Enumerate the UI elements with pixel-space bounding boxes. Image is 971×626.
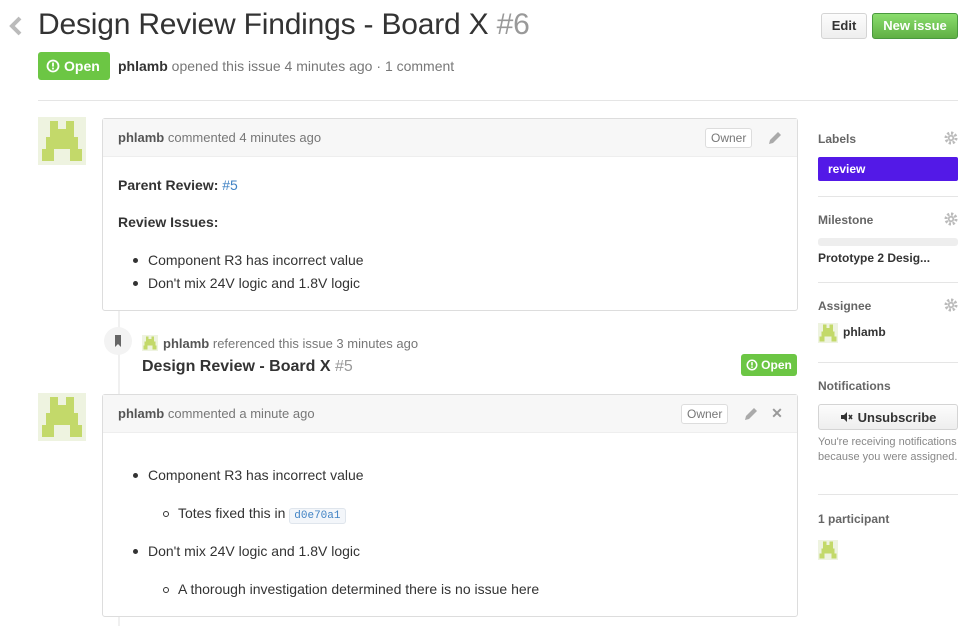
- sub-list-item: Totes fixed this in d0e70a1: [178, 505, 346, 524]
- notifications-reason: You're receiving notifications because y…: [818, 436, 958, 463]
- parent-review-label: Parent Review:: [118, 177, 219, 193]
- close-icon[interactable]: ✕: [769, 405, 785, 421]
- sidebar-divider: [818, 282, 958, 283]
- comment-1: phlamb commented 4 minutes ago Owner Par…: [102, 118, 798, 311]
- new-issue-button[interactable]: New issue: [872, 13, 958, 39]
- referenced-issue-link[interactable]: Design Review - Board X #5: [142, 358, 353, 376]
- gear-icon[interactable]: [944, 212, 958, 226]
- page-title: Design Review Findings - Board X #6: [38, 8, 530, 42]
- comment-author[interactable]: phlamb: [118, 406, 164, 421]
- avatar[interactable]: [38, 393, 86, 441]
- parent-review-link[interactable]: #5: [222, 177, 238, 193]
- assignee-name[interactable]: phlamb: [843, 325, 886, 339]
- status-text: Open: [64, 58, 100, 74]
- comment-header: phlamb commented 4 minutes ago Owner: [103, 119, 797, 157]
- bookmark-event-icon: [104, 327, 132, 355]
- sub-bullet: [163, 587, 169, 593]
- sidebar-divider: [818, 362, 958, 363]
- sub-item-text: Totes fixed this in: [178, 505, 286, 521]
- review-issues-label: Review Issues:: [118, 214, 219, 230]
- sub-bullet: [163, 511, 169, 517]
- list-item: Component R3 has incorrect value: [148, 252, 364, 268]
- milestone-heading: Milestone: [818, 213, 874, 227]
- issue-meta: phlamb opened this issue 4 minutes ago ·…: [118, 58, 455, 74]
- label-review[interactable]: review: [818, 157, 958, 181]
- parent-review-line: Parent Review: #5: [118, 177, 238, 193]
- owner-badge: Owner: [705, 128, 753, 148]
- reference-status-text: Open: [761, 358, 792, 372]
- issue-meta-text: opened this issue 4 minutes ago: [171, 58, 373, 74]
- pencil-icon[interactable]: [743, 406, 759, 422]
- reference-action: referenced this issue 3 minutes ago: [212, 336, 419, 351]
- avatar[interactable]: [818, 540, 838, 560]
- avatar[interactable]: [818, 323, 838, 343]
- sidebar-divider: [818, 196, 958, 197]
- sidebar-divider: [818, 494, 958, 495]
- owner-badge: Owner: [681, 404, 729, 424]
- referenced-issue-title[interactable]: Design Review - Board X: [142, 358, 331, 375]
- issue-number: #6: [496, 8, 530, 41]
- comment-2: phlamb commented a minute ago Owner ✕ Co…: [102, 394, 798, 617]
- bullet: [133, 258, 138, 263]
- comment-header: phlamb commented a minute ago Owner ✕: [103, 395, 797, 433]
- milestone-name[interactable]: Prototype 2 Desig...: [818, 251, 930, 265]
- bullet: [133, 549, 138, 554]
- comment-author[interactable]: phlamb: [118, 130, 164, 145]
- comment-timestamp: commented 4 minutes ago: [167, 130, 322, 145]
- issue-opened-icon: [746, 359, 758, 371]
- bullet: [133, 281, 138, 286]
- issue-title: Design Review Findings - Board X: [38, 8, 489, 41]
- milestone-progress-bar: [818, 238, 958, 246]
- sub-list-item: A thorough investigation determined ther…: [178, 581, 540, 597]
- list-item: Component R3 has incorrect value: [148, 467, 364, 483]
- comment-timestamp: commented a minute ago: [167, 406, 315, 421]
- bullet: [133, 473, 138, 478]
- reference-author[interactable]: phlamb: [163, 336, 209, 351]
- issue-author[interactable]: phlamb: [118, 58, 168, 74]
- avatar[interactable]: [142, 335, 158, 351]
- gear-icon[interactable]: [944, 298, 958, 312]
- assignee-heading: Assignee: [818, 299, 872, 313]
- avatar[interactable]: [38, 117, 86, 165]
- participants-heading: 1 participant: [818, 512, 890, 526]
- unsubscribe-label: Unsubscribe: [857, 409, 937, 425]
- issue-opened-icon: [46, 59, 60, 73]
- status-badge: Open: [38, 52, 110, 80]
- notifications-heading: Notifications: [818, 379, 891, 393]
- list-item: Don't mix 24V logic and 1.8V logic: [148, 275, 361, 291]
- gear-icon[interactable]: [944, 131, 958, 145]
- back-chevron-icon[interactable]: [6, 16, 26, 36]
- mute-icon: [840, 412, 853, 422]
- labels-heading: Labels: [818, 132, 857, 146]
- list-item: Don't mix 24V logic and 1.8V logic: [148, 543, 361, 559]
- edit-button[interactable]: Edit: [821, 13, 867, 39]
- pencil-icon[interactable]: [767, 130, 783, 146]
- reference-event: phlamb referenced this issue 3 minutes a…: [163, 336, 418, 351]
- reference-status-badge: Open: [741, 354, 797, 376]
- header-divider: [38, 100, 958, 101]
- unsubscribe-button[interactable]: Unsubscribe: [818, 404, 958, 430]
- referenced-issue-number[interactable]: #5: [335, 358, 353, 375]
- comment-count: 1 comment: [384, 58, 455, 74]
- commit-sha-link[interactable]: d0e70a1: [289, 508, 346, 524]
